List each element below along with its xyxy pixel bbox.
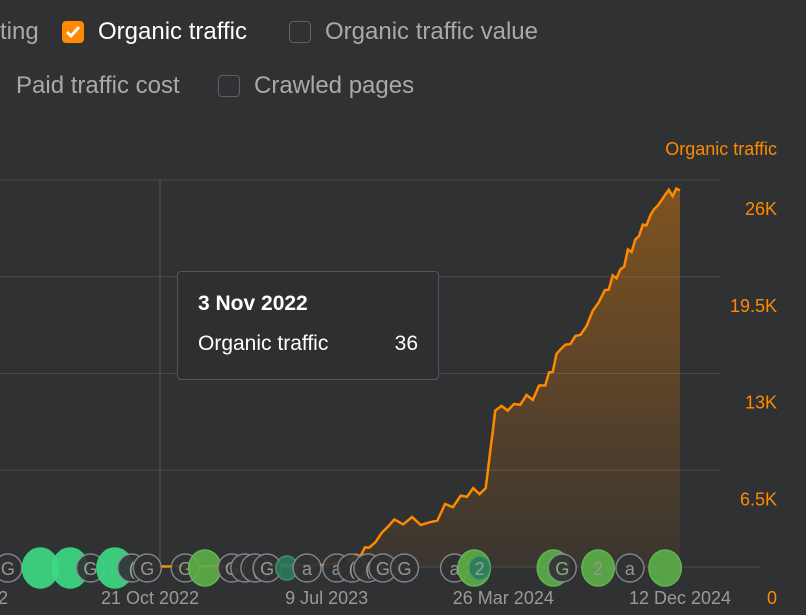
x-tick-label: 21 Oct 2022	[101, 588, 199, 608]
marker-label: 2	[593, 559, 603, 579]
marker-label: G	[555, 559, 569, 579]
y-tick-label: 6.5K	[740, 489, 777, 509]
x-tick-label: 9 Jul 2023	[285, 588, 368, 608]
annotation-marker[interactable]	[648, 549, 683, 587]
annotation-marker[interactable]: G	[132, 553, 163, 583]
x-tick-label-partial: 22	[0, 588, 8, 608]
marker-label: 2	[475, 559, 485, 579]
marker-circle	[648, 549, 683, 587]
y-tick-label: 26K	[745, 199, 777, 219]
annotation-marker[interactable]: G	[389, 553, 420, 583]
marker-label: G	[140, 559, 154, 579]
y-tick-label: 13K	[745, 393, 777, 413]
y-axis-title: Organic traffic	[665, 139, 777, 159]
marker-label: a	[302, 559, 313, 579]
marker-label: G	[83, 559, 97, 579]
marker-circle	[187, 549, 222, 587]
marker-label: G	[260, 559, 274, 579]
x-tick-label: 12 Dec 2024	[629, 588, 731, 608]
marker-label: a	[625, 559, 636, 579]
tooltip-date: 3 Nov 2022	[198, 292, 308, 315]
annotation-marker[interactable]: G	[547, 553, 577, 583]
annotation-marker[interactable]: a	[615, 553, 645, 583]
annotation-marker[interactable]: 2	[581, 549, 616, 587]
marker-label: G	[376, 559, 390, 579]
annotation-marker[interactable]: a	[292, 553, 322, 583]
annotation-marker[interactable]: 2	[468, 555, 492, 581]
x-tick-label: 26 Mar 2024	[453, 588, 554, 608]
marker-label: G	[1, 559, 15, 579]
annotation-marker[interactable]	[187, 549, 222, 587]
y-tick-label: 19.5K	[730, 296, 777, 316]
y-tick-label: 0	[767, 588, 777, 608]
marker-label: G	[398, 559, 412, 579]
tooltip: 3 Nov 2022 Organic traffic 36	[177, 271, 439, 380]
tooltip-value: 36	[394, 332, 418, 355]
tooltip-series: Organic traffic	[198, 332, 329, 355]
annotation-marker[interactable]: G	[0, 553, 23, 583]
